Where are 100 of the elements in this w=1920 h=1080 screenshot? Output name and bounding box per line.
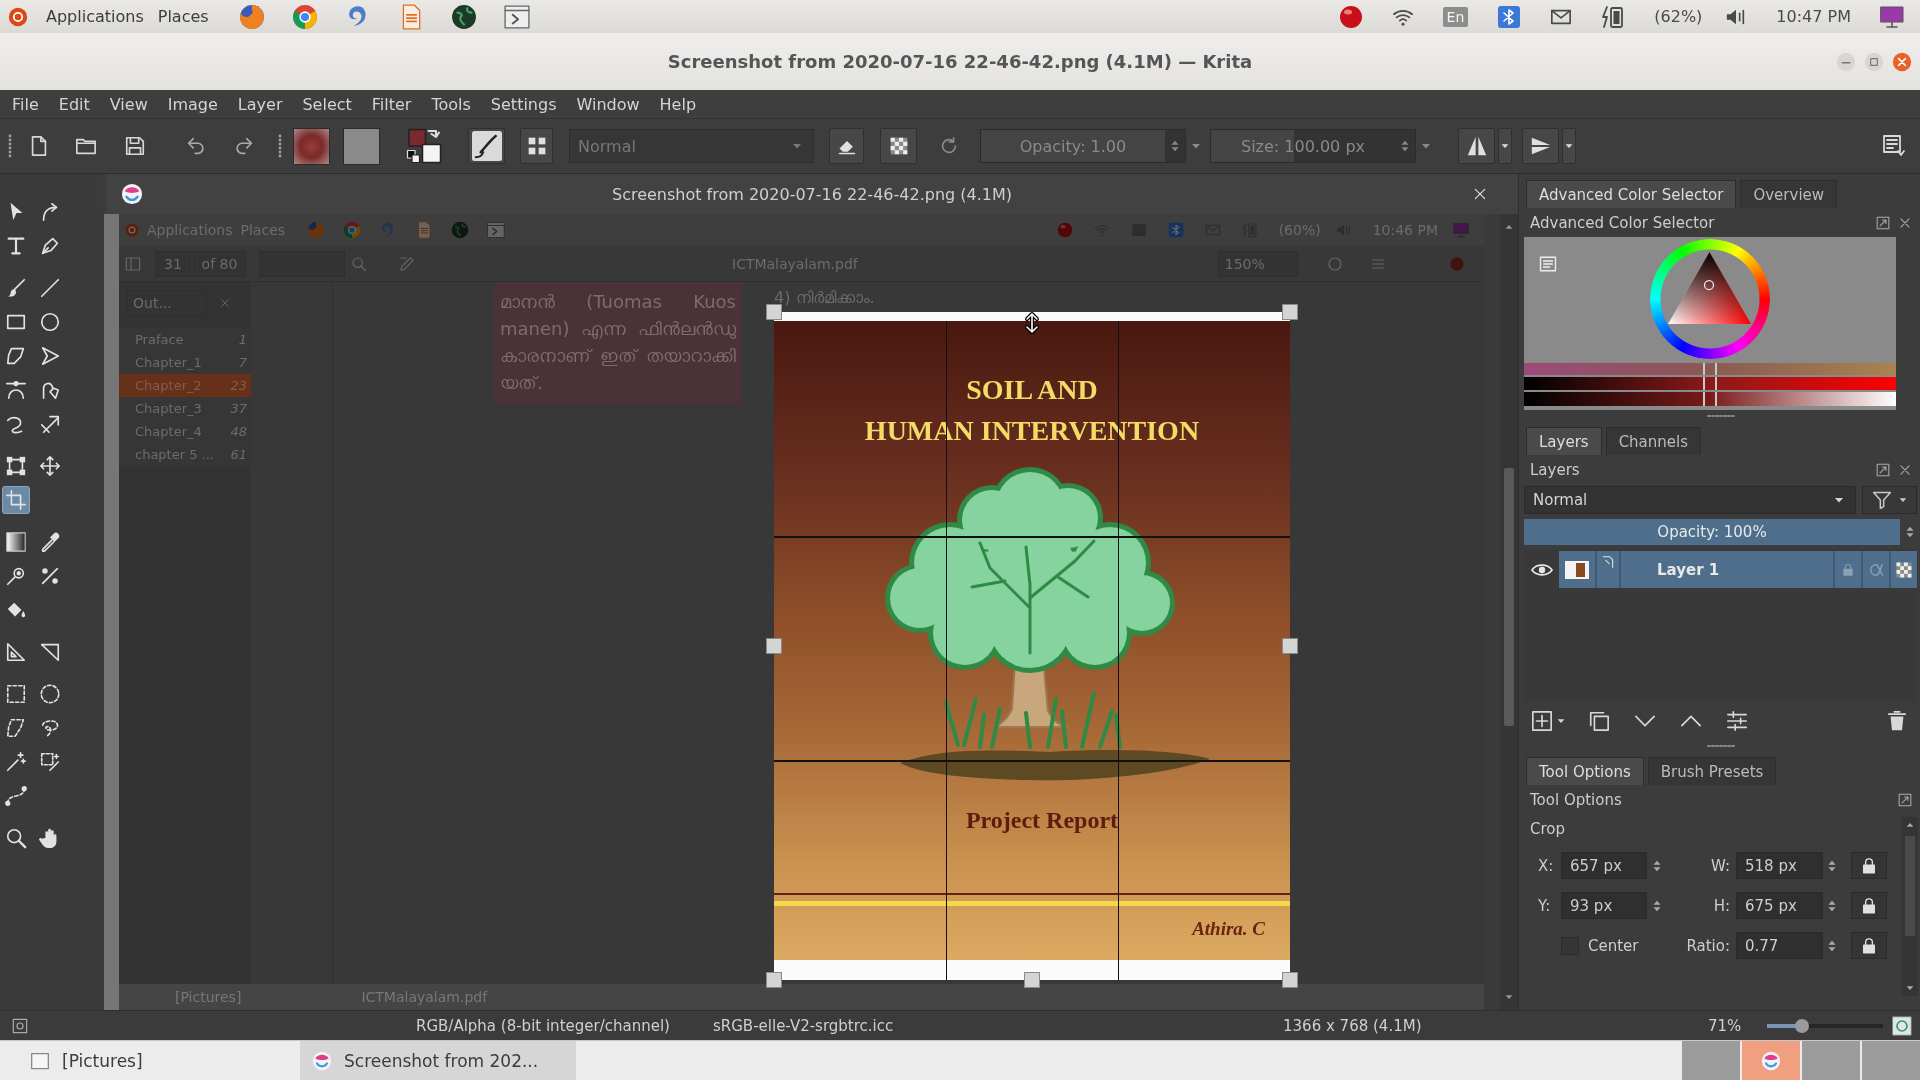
globe-icon[interactable] [450,3,477,30]
caret-up-icon[interactable] [1504,222,1514,232]
brush-preset-button[interactable] [468,128,505,164]
workspace-tile[interactable] [1742,1041,1800,1080]
gradient-swatch-button[interactable] [293,127,330,165]
grip-handle[interactable] [8,133,12,159]
filter-button[interactable] [1862,486,1917,514]
blend-mode-dropdown[interactable]: Normal [1524,486,1856,514]
app-icon[interactable] [291,3,318,30]
vertical-scrollbar[interactable] [1902,817,1918,996]
menu-item[interactable]: Edit [48,94,100,114]
checkbox-label[interactable]: Center [1588,936,1639,955]
crop-tool-button[interactable] [2,486,30,514]
splitter-handle[interactable] [1707,413,1737,418]
scrollbar-thumb[interactable] [1504,468,1514,726]
circle-logo-icon[interactable] [8,6,28,27]
duplicate-icon[interactable] [1588,710,1610,732]
frame-icon[interactable] [12,1017,28,1034]
page-corner-icon[interactable] [1601,555,1615,569]
monitor-icon[interactable] [1880,4,1904,29]
number-field[interactable]: 657 px [1561,852,1647,879]
color-pair-icon[interactable] [406,128,442,164]
slider-marker[interactable] [1703,363,1717,375]
checkerboard-icon[interactable] [1895,560,1913,579]
slider-marker[interactable] [1703,377,1717,390]
menu-item[interactable]: Window [566,94,650,114]
caret-up-icon[interactable] [1905,820,1915,830]
taskbar-item[interactable]: Screenshot from 202... [300,1041,576,1080]
workspace-icon[interactable] [1882,134,1906,158]
crop-handle[interactable] [1282,304,1298,320]
color-slider[interactable] [1524,363,1896,375]
workspace-tile[interactable] [1802,1041,1860,1080]
alpha-lock-button[interactable] [880,128,917,164]
undo-icon[interactable] [185,135,207,157]
terminal-icon[interactable] [503,3,530,30]
trash-icon[interactable] [1886,710,1908,732]
number-field[interactable]: 518 px [1736,852,1823,879]
menu-item[interactable]: View [99,94,158,114]
menu-item[interactable]: Select [292,94,362,114]
menu-item[interactable]: Settings [480,94,567,114]
number-field[interactable]: 0.77 [1736,932,1823,959]
docker-tab[interactable]: Tool Options [1526,757,1644,785]
menu-item[interactable]: Layer [227,94,293,114]
slider-marker[interactable] [1703,392,1717,406]
color-triangle[interactable] [1668,252,1751,324]
canvas-icon[interactable] [1892,1015,1912,1036]
workspace-tile[interactable] [1862,1041,1920,1080]
list-menu-icon[interactable] [1539,255,1557,273]
add-layer-icon[interactable] [1531,710,1553,732]
ball-icon[interactable] [1338,4,1363,29]
panel-menu[interactable]: Places [157,7,209,26]
bluetooth-icon[interactable] [1497,4,1522,29]
close-icon[interactable] [1472,186,1488,202]
crop-handle[interactable] [1024,972,1040,988]
menu-item[interactable]: File [2,94,49,114]
maximize-icon[interactable] [1864,51,1884,72]
crop-handle[interactable] [766,972,782,988]
menu-item[interactable]: Tools [421,94,481,114]
docker-tab[interactable]: Channels [1605,427,1702,455]
float-icon[interactable] [1898,793,1912,807]
crop-handle[interactable] [766,638,782,654]
opacity-slider[interactable]: Opacity: 100% [1524,519,1900,545]
lock-button[interactable] [1851,932,1887,959]
menu-item[interactable]: Image [157,94,228,114]
docker-tab[interactable]: Layers [1526,427,1602,455]
battery-icon[interactable] [1601,4,1626,29]
pattern-swatch-button[interactable] [343,127,380,165]
docker-tab[interactable]: Brush Presets [1647,757,1777,785]
color-slider[interactable] [1524,392,1896,406]
sliders-icon[interactable] [1726,710,1748,732]
panel-menu[interactable]: Applications [46,7,144,26]
close-icon[interactable] [1892,51,1912,72]
save-icon[interactable] [124,135,146,157]
lock-button[interactable] [1851,852,1887,879]
crop-handle[interactable] [1282,972,1298,988]
dropdown-button[interactable] [1562,128,1576,164]
splitter-handle[interactable] [1707,743,1737,748]
lock-button[interactable] [1851,892,1887,919]
float-icon[interactable] [1876,462,1890,477]
caret-icon[interactable] [1556,716,1566,726]
eraser-button[interactable] [829,128,864,164]
grip-handle[interactable] [278,133,282,159]
layer-row[interactable]: Layer 1 [1559,551,1917,588]
crop-handle[interactable] [766,304,782,320]
taskbar-item[interactable]: [Pictures] [18,1041,294,1080]
menu-item[interactable]: Filter [361,94,422,114]
caret-down-icon[interactable] [1905,983,1915,993]
float-icon[interactable] [1876,215,1890,230]
mirror-horizontal-button[interactable] [1458,128,1495,164]
number-field[interactable]: 675 px [1736,892,1823,919]
docker-tab[interactable]: Overview [1740,180,1838,208]
grid-button[interactable] [520,128,553,164]
redo-icon[interactable] [233,135,255,157]
clock[interactable]: 10:47 PM [1776,7,1851,26]
menu-item[interactable]: Help [649,94,707,114]
app-icon[interactable] [238,3,265,30]
caret-down-icon[interactable] [1504,992,1514,1002]
color-marker-icon[interactable] [1703,279,1715,291]
number-field[interactable]: 93 px [1561,892,1647,919]
color-slider[interactable] [1524,377,1896,390]
